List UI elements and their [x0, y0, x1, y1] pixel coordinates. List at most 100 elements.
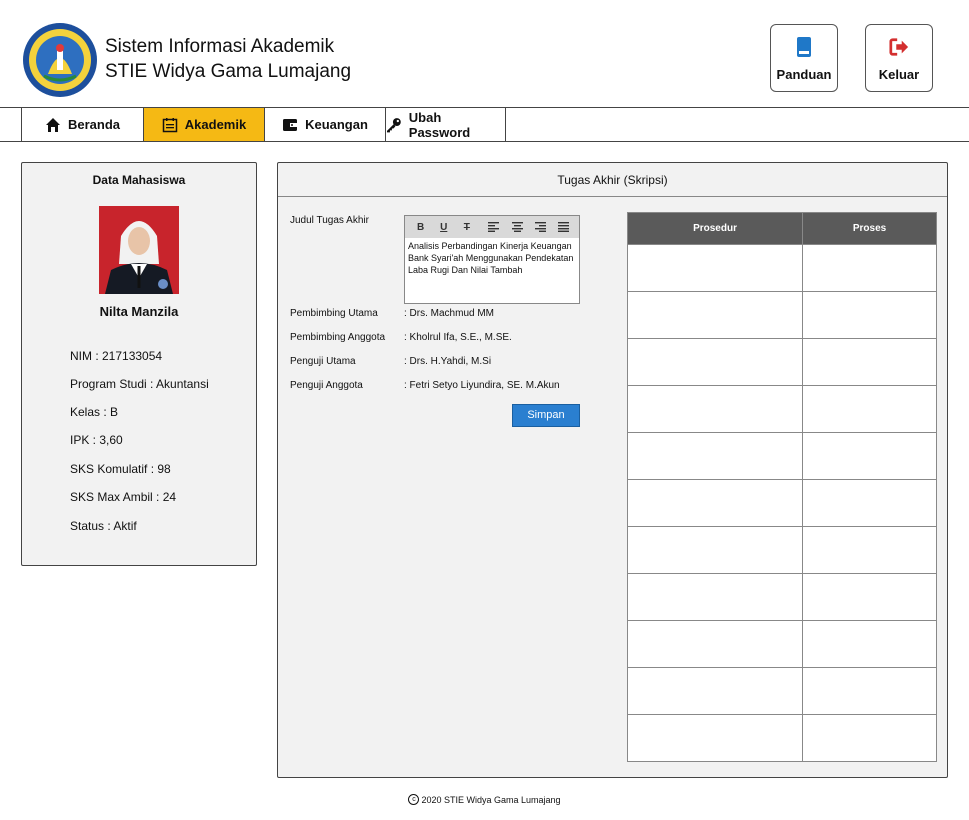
judul-editor[interactable]: B U T Analisis Perbandingan Kinerja Keua…: [404, 215, 580, 304]
penguji-anggota-value: : Fetri Setyo Liyundira, SE. M.Akun: [404, 380, 560, 391]
table-row: [626, 338, 937, 386]
student-ipk: IPK : 3,60: [70, 433, 123, 447]
table-cell: [626, 432, 804, 480]
strikethrough-button[interactable]: T: [459, 219, 474, 235]
app-title: Sistem Informasi Akademik STIE Widya Gam…: [105, 34, 351, 84]
align-right-icon: [534, 222, 546, 232]
table-cell: [626, 573, 804, 621]
table-cell: [626, 620, 804, 668]
table-row: [626, 573, 937, 621]
student-nim: NIM : 217133054: [70, 349, 163, 363]
table-header-row: Prosedur Proses: [626, 212, 937, 245]
nav-item-akademik[interactable]: Akademik: [143, 108, 264, 141]
table-cell: [802, 714, 937, 762]
table-cell: [802, 620, 937, 668]
sign-out-icon: [889, 38, 909, 56]
nav-item-beranda[interactable]: Beranda: [21, 108, 143, 141]
penguji-utama-value: : Drs. H.Yahdi, M.Si: [404, 356, 492, 367]
align-left-icon: [488, 222, 500, 232]
wallet-icon: [283, 118, 298, 131]
thesis-panel-title: Tugas Akhir (Skripsi): [278, 163, 947, 197]
table-row: [626, 714, 937, 762]
table-row: [626, 291, 937, 339]
simpan-button[interactable]: Simpan: [512, 404, 580, 427]
bold-icon: B: [416, 221, 425, 233]
header: Sistem Informasi Akademik STIE Widya Gam…: [0, 0, 969, 108]
table-cell: [802, 338, 937, 386]
panduan-button[interactable]: Panduan: [770, 24, 838, 92]
table-row: [626, 432, 937, 480]
book-icon: [797, 37, 811, 57]
align-justify-icon: [557, 222, 569, 232]
table-row: [626, 620, 937, 668]
footer: c 2020 STIE Widya Gama Lumajang: [0, 794, 969, 805]
table-cell: [802, 291, 937, 339]
table-cell: [802, 667, 937, 715]
student-panel-title: Data Mahasiswa: [92, 173, 186, 187]
student-sks-komulatif: SKS Komulatif : 98: [70, 462, 171, 476]
table-cell: [802, 573, 937, 621]
procedure-table: Prosedur Proses: [626, 212, 937, 762]
nav-label-keuangan: Keuangan: [305, 117, 368, 132]
table-cell: [626, 338, 804, 386]
table-cell: [626, 526, 804, 574]
judul-label: Judul Tugas Akhir: [290, 215, 369, 226]
nav-item-keuangan[interactable]: Keuangan: [264, 108, 385, 141]
nav-label-beranda: Beranda: [67, 117, 121, 132]
table-cell: [802, 432, 937, 480]
table-cell: [626, 244, 804, 292]
pembimbing-anggota-label: Pembimbing Anggota: [290, 332, 386, 343]
judul-text[interactable]: Analisis Perbandingan Kinerja Keuangan B…: [405, 238, 579, 278]
app-title-line1: Sistem Informasi Akademik: [105, 36, 335, 57]
keluar-button[interactable]: Keluar: [865, 24, 933, 92]
table-cell: [802, 385, 937, 433]
penguji-anggota-label: Penguji Anggota: [290, 380, 363, 391]
panduan-label: Panduan: [776, 67, 832, 82]
table-cell: [626, 385, 804, 433]
table-row: [626, 244, 937, 292]
institution-logo: [23, 23, 97, 97]
nav-label-akademik: Akademik: [184, 117, 247, 132]
pembimbing-utama-value: : Drs. Machmud MM: [404, 308, 495, 319]
align-center-button[interactable]: [510, 219, 525, 235]
align-justify-button[interactable]: [556, 219, 571, 235]
underline-icon: U: [440, 221, 448, 233]
student-program: Program Studi : Akuntansi: [70, 377, 209, 391]
table-row: [626, 479, 937, 527]
nav-label-ubah-password: Ubah Password: [408, 109, 471, 140]
student-sks-max: SKS Max Ambil : 24: [70, 490, 177, 504]
app-title-line2: STIE Widya Gama Lumajang: [105, 61, 352, 82]
thesis-panel: Tugas Akhir (Skripsi) Judul Tugas Akhir …: [277, 162, 948, 778]
table-cell: [626, 479, 804, 527]
pembimbing-utama-label: Pembimbing Utama: [290, 308, 378, 319]
student-panel: Data Mahasiswa Nilta Manzila NIM : 21713…: [21, 162, 257, 566]
calendar-icon: [162, 117, 178, 132]
table-row: [626, 385, 937, 433]
editor-toolbar: B U T: [405, 216, 579, 238]
prosedur-header: Prosedur: [626, 212, 804, 245]
penguji-utama-label: Penguji Utama: [290, 356, 356, 367]
main-navigation: Beranda Akademik Keuangan Ubah Password: [0, 107, 969, 142]
strikethrough-icon: T: [463, 221, 470, 233]
table-cell: [802, 479, 937, 527]
student-photo: [99, 206, 179, 294]
nav-divider: [505, 108, 506, 141]
student-kelas: Kelas : B: [70, 405, 119, 419]
align-center-icon: [511, 222, 523, 232]
home-icon: [45, 117, 60, 132]
align-right-button[interactable]: [533, 219, 548, 235]
pembimbing-anggota-value: : Kholrul Ifa, S.E., M.SE.: [404, 332, 512, 343]
table-cell: [626, 667, 804, 715]
nav-item-ubah-password[interactable]: Ubah Password: [385, 108, 505, 141]
proses-header: Proses: [802, 212, 937, 245]
table-row: [626, 667, 937, 715]
keluar-label: Keluar: [878, 67, 920, 82]
table-row: [626, 526, 937, 574]
student-name: Nilta Manzila: [99, 304, 179, 319]
key-icon: [386, 117, 401, 132]
align-left-button[interactable]: [486, 219, 501, 235]
table-cell: [626, 714, 804, 762]
copyright-icon: c: [408, 794, 420, 805]
bold-button[interactable]: B: [413, 219, 428, 235]
underline-button[interactable]: U: [436, 219, 451, 235]
